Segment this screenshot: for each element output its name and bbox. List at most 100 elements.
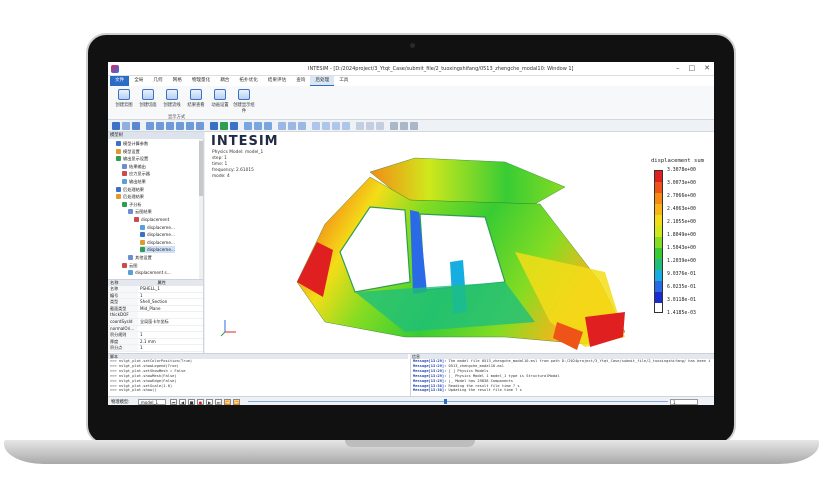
play-button[interactable]: ▶ bbox=[206, 398, 213, 405]
model-select[interactable]: model_1 bbox=[138, 398, 166, 405]
grid-icon[interactable] bbox=[366, 122, 374, 130]
wireframe-icon[interactable] bbox=[220, 122, 228, 130]
property-row[interactable]: normalOri... bbox=[108, 325, 203, 333]
tree-item[interactable]: displaceme... bbox=[140, 231, 175, 238]
property-row[interactable]: 积分规则 1 bbox=[108, 332, 203, 339]
property-row[interactable]: 类型 Shell_Section bbox=[108, 299, 203, 306]
3d-viewport[interactable]: INTESIM Physics Model: model_1 step: 1 t… bbox=[205, 132, 714, 353]
measure-icon[interactable] bbox=[264, 122, 272, 130]
tree-item[interactable]: 模型计算参数 bbox=[116, 140, 148, 147]
animation-settings-button[interactable]: 动画设置 bbox=[208, 89, 232, 108]
property-row[interactable]: 截面类型 Mid_Plane bbox=[108, 305, 203, 313]
menu-file[interactable]: 文件 bbox=[110, 76, 130, 86]
tree-item[interactable]: displacement s... bbox=[128, 269, 171, 276]
mesh-icon[interactable] bbox=[230, 122, 238, 130]
prev-frame-button[interactable]: ◀ bbox=[179, 398, 186, 405]
tree-item[interactable]: 应力显示器 bbox=[122, 170, 150, 177]
view-iso-icon[interactable] bbox=[196, 122, 204, 130]
menu-results[interactable]: 结果评估 bbox=[263, 76, 291, 86]
message-line: Message[13:30]: Updating the result file… bbox=[413, 388, 710, 393]
create-streamline-button[interactable]: 创建流线 bbox=[160, 89, 184, 108]
show-icon[interactable] bbox=[288, 122, 296, 130]
tree-item[interactable]: displacement bbox=[134, 216, 169, 223]
axis-icon[interactable] bbox=[376, 122, 384, 130]
tree-item[interactable]: 模型设置 bbox=[116, 148, 140, 155]
menu-geometry[interactable]: 几何 bbox=[148, 76, 167, 86]
property-row[interactable]: 编号 1 bbox=[108, 292, 203, 300]
tree-item[interactable]: 输出结果 bbox=[122, 178, 146, 185]
tree-item[interactable]: 云图结果 bbox=[128, 208, 152, 215]
tree-item[interactable]: 后处理结果 bbox=[116, 193, 144, 200]
property-row[interactable]: 名称 PSHELL_1 bbox=[108, 286, 203, 293]
record-button[interactable]: ● bbox=[197, 398, 204, 405]
tree-item[interactable]: 结果输出 bbox=[122, 163, 146, 170]
face-icon[interactable] bbox=[332, 122, 340, 130]
app-logo-icon bbox=[111, 64, 119, 73]
tree-item[interactable]: displaceme... bbox=[140, 239, 175, 246]
legend-swatch bbox=[655, 193, 662, 204]
stop-button[interactable]: ■ bbox=[188, 398, 195, 405]
create-contour-button[interactable]: 创建云图 bbox=[112, 89, 136, 108]
property-row[interactable]: 厚度 2.1 mm bbox=[108, 338, 203, 346]
clip-icon[interactable] bbox=[278, 122, 286, 130]
hide-icon[interactable] bbox=[298, 122, 306, 130]
view-top-icon[interactable] bbox=[186, 122, 194, 130]
screenshot-icon[interactable] bbox=[390, 122, 398, 130]
tree-item-label: displacement bbox=[141, 217, 170, 222]
view-back-icon[interactable] bbox=[156, 122, 164, 130]
record-icon[interactable] bbox=[400, 122, 408, 130]
property-row[interactable]: thickDOF bbox=[108, 312, 203, 319]
property-row[interactable]: 积分点 1 bbox=[108, 345, 203, 352]
box-select-icon[interactable] bbox=[254, 122, 262, 130]
script-console[interactable]: >>> nvlgt_plot.setColorPosition(True) >>>… bbox=[108, 359, 408, 397]
fast-forward-button[interactable]: ⏩ bbox=[233, 398, 240, 405]
tree-item-label: 子分析 bbox=[129, 201, 142, 207]
frame-slider[interactable] bbox=[248, 399, 668, 404]
frame-slider-knob[interactable] bbox=[444, 399, 447, 404]
menu-topology[interactable]: 拓扑优化 bbox=[234, 76, 262, 86]
tree-item[interactable]: 云图 bbox=[122, 262, 137, 269]
node-icon[interactable] bbox=[312, 122, 320, 130]
property-row[interactable]: coordSysId 全局笛卡尔坐标 bbox=[108, 318, 203, 326]
select-icon[interactable] bbox=[244, 122, 252, 130]
tree-item[interactable]: 后处理结果 bbox=[116, 186, 144, 193]
shaded-icon[interactable] bbox=[210, 122, 218, 130]
legend-value: 1.8049e+00 bbox=[667, 233, 696, 238]
tree-item[interactable]: 输出显示设置 bbox=[116, 155, 148, 162]
element-icon[interactable] bbox=[322, 122, 330, 130]
menu-global[interactable]: 全局 bbox=[129, 76, 148, 86]
legend-title: displacement sum bbox=[651, 158, 704, 164]
fit-view-icon[interactable] bbox=[112, 122, 120, 130]
filter-icon[interactable] bbox=[356, 122, 364, 130]
tree-item[interactable]: 其他设置 bbox=[128, 254, 152, 261]
menu-mesh[interactable]: 网格 bbox=[168, 76, 187, 86]
create-section-button[interactable]: 创建切面 bbox=[136, 89, 160, 108]
tree-scrollbar[interactable] bbox=[199, 139, 203, 279]
menu-physics[interactable]: 物理量化 bbox=[187, 76, 215, 86]
close-button[interactable]: ✕ bbox=[704, 64, 710, 72]
pan-icon[interactable] bbox=[132, 122, 140, 130]
menu-tools[interactable]: 工具 bbox=[334, 76, 353, 86]
settings-icon[interactable] bbox=[410, 122, 418, 130]
view-left-icon[interactable] bbox=[166, 122, 174, 130]
create-display-component-button[interactable]: 创建显示组件 bbox=[232, 89, 256, 114]
edge-icon[interactable] bbox=[342, 122, 350, 130]
result-view-button[interactable]: 结果查看 bbox=[184, 89, 208, 108]
view-right-icon[interactable] bbox=[176, 122, 184, 130]
tree-scroll-thumb[interactable] bbox=[199, 141, 203, 196]
menu-query[interactable]: 查询 bbox=[291, 76, 310, 86]
tree-item-label: 应力显示器 bbox=[129, 171, 150, 177]
minimize-button[interactable]: – bbox=[676, 64, 680, 72]
rotate-icon[interactable] bbox=[122, 122, 130, 130]
tree-item[interactable]: displaceme... bbox=[140, 224, 175, 231]
frame-spinbox[interactable]: 1 bbox=[670, 398, 698, 405]
tree-item[interactable]: 子分析 bbox=[122, 201, 142, 208]
rewind-button[interactable]: ⏪ bbox=[224, 398, 231, 405]
tree-item[interactable]: displaceme... bbox=[140, 246, 175, 254]
menu-coupling[interactable]: 耦合 bbox=[215, 76, 234, 86]
first-frame-button[interactable]: ⏮ bbox=[170, 398, 177, 405]
last-frame-button[interactable]: ⏭ bbox=[215, 398, 222, 405]
menu-postprocess[interactable]: 后处理 bbox=[310, 76, 335, 86]
view-front-icon[interactable] bbox=[146, 122, 154, 130]
maximize-button[interactable]: □ bbox=[689, 64, 696, 72]
